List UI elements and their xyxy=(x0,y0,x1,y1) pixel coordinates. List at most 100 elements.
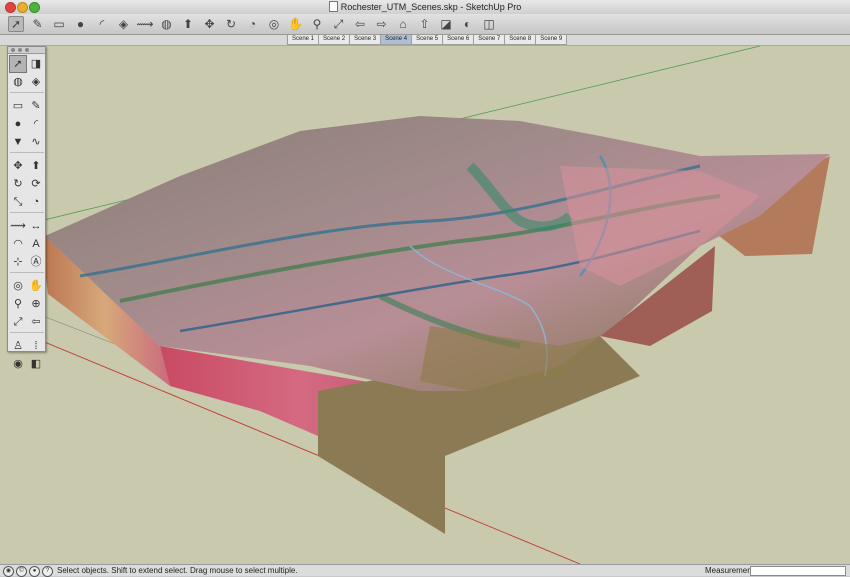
rotate-icon: ↻ xyxy=(13,178,23,190)
rotate-tool-button[interactable]: ↻ xyxy=(223,16,239,32)
tape-measure-button[interactable]: ⟿ xyxy=(136,16,153,32)
next-view-button[interactable]: ⇨ xyxy=(374,16,390,32)
push-pull-tool-button[interactable]: ⬆ xyxy=(28,158,44,174)
eraser-tool-button[interactable]: ◈ xyxy=(116,16,132,32)
move-tool-button[interactable]: ✥ xyxy=(202,16,218,32)
palette-zoom-icon[interactable] xyxy=(25,48,29,52)
polygon-tool-button[interactable]: ▼ xyxy=(10,134,26,150)
axes-tool-button[interactable]: ⊹ xyxy=(10,254,26,270)
scene-tab-1[interactable]: Scene 1 xyxy=(287,35,320,45)
text-tool-button[interactable]: A xyxy=(28,236,44,252)
rectangle-tool-button[interactable]: ▭ xyxy=(51,16,67,32)
eraser-tool-icon: ◈ xyxy=(118,17,129,31)
zoom-tool-button[interactable]: ⚲ xyxy=(309,16,325,32)
section-plane-icon: ◧ xyxy=(30,358,42,370)
line-tool-button[interactable]: ✎ xyxy=(28,98,44,114)
credits-icon[interactable]: © xyxy=(16,566,27,577)
paint-bucket-button[interactable]: ◍ xyxy=(159,16,175,32)
position-camera-tool-button[interactable]: ♙ xyxy=(10,338,26,354)
circle-icon: ● xyxy=(14,118,22,130)
palette-close-icon[interactable] xyxy=(11,48,15,52)
paint-bucket-icon: ◍ xyxy=(161,17,172,31)
circle-tool-button[interactable]: ● xyxy=(10,116,26,132)
select-tool-icon: ➚ xyxy=(10,17,22,31)
dimension-tool-button[interactable]: ↔ xyxy=(28,218,44,234)
pan-tool-button[interactable]: ✋ xyxy=(28,278,44,294)
make-component-tool-button[interactable]: ◨ xyxy=(28,56,44,72)
user-icon[interactable]: ● xyxy=(29,566,40,577)
eraser-tool-button[interactable]: ◈ xyxy=(28,74,44,90)
freehand-tool-button[interactable]: ∿ xyxy=(28,134,44,150)
pencil-tool-button[interactable]: ✎ xyxy=(30,16,46,32)
components-button[interactable]: ◪ xyxy=(438,16,454,32)
scale-tool-button[interactable]: ⤡ xyxy=(10,194,26,210)
palette-tools-grid: ➚ ◨ ◍ ◈ ▭ ✎ ● ◜ ▼ ∿ ✥ ⬆ ↻ ⟳ ⤡ ◔ ⟿ ↔ ◠ A ⊹ Ⓐ ◎ ✋ ⚲ ⊕ ⤢ ⇦ ♙ ⁞ ◉ ◧ xyxy=(8,54,45,374)
orbit-tool-button[interactable]: ◎ xyxy=(10,278,26,294)
scene-tab-2[interactable]: Scene 2 xyxy=(318,35,351,45)
tape-measure-tool-button[interactable]: ⟿ xyxy=(10,218,26,234)
geo-location-icon[interactable]: ◉ xyxy=(3,566,14,577)
move-tool-button[interactable]: ✥ xyxy=(10,158,26,174)
line-icon: ✎ xyxy=(31,100,41,112)
share-model-icon: ⇧ xyxy=(419,17,430,31)
paint-bucket-tool-button[interactable]: ◍ xyxy=(10,74,26,90)
make-component-icon: ◨ xyxy=(30,58,42,70)
google-earth-button[interactable]: ◐ xyxy=(460,16,476,32)
offset-tool-button[interactable]: ◔ xyxy=(245,16,261,32)
status-bar: ◉ © ● ? Select objects. Shift to extend … xyxy=(0,564,850,577)
3d-text-tool-button[interactable]: Ⓐ xyxy=(28,254,44,270)
zoom-tool-button[interactable]: ⚲ xyxy=(10,296,26,312)
title-bar: Rochester_UTM_Scenes.skp - SketchUp Pro xyxy=(0,0,850,15)
orbit-tool-button[interactable]: ◎ xyxy=(266,16,282,32)
circle-tool-button[interactable]: ● xyxy=(73,16,89,32)
scene-tab-9[interactable]: Scene 9 xyxy=(535,35,568,45)
select-tool-button[interactable]: ➚ xyxy=(9,55,27,73)
google-earth-icon: ◐ xyxy=(463,17,472,31)
main-toolbar: ➚ ✎ ▭ ● ◜ ◈ ⟿ ◍ ⬆ ✥ ↻ ◔ ◎ ✋ ⚲ ⤢ ⇦ ⇨ ⌂ ⇧ ◪ ◐ ◫ xyxy=(0,14,850,35)
previous-tool-button[interactable]: ⇦ xyxy=(28,314,44,330)
terrain-model-scene[interactable] xyxy=(0,46,850,564)
palette-minimize-icon[interactable] xyxy=(18,48,22,52)
arc-tool-button[interactable]: ◜ xyxy=(94,16,110,32)
follow-me-tool-button[interactable]: ⟳ xyxy=(28,176,44,192)
palette-separator xyxy=(10,332,44,336)
section-plane-tool-button[interactable]: ◧ xyxy=(28,356,44,372)
scene-tab-4[interactable]: Scene 4 xyxy=(380,35,413,45)
freehand-icon: ∿ xyxy=(31,136,41,148)
extension-warehouse-button[interactable]: ◫ xyxy=(481,16,497,32)
scene-tab-6[interactable]: Scene 6 xyxy=(442,35,475,45)
rotate-tool-button[interactable]: ↻ xyxy=(10,176,26,192)
rectangle-tool-button[interactable]: ▭ xyxy=(10,98,26,114)
palette-separator xyxy=(10,92,44,96)
arc-tool-button[interactable]: ◜ xyxy=(28,116,44,132)
select-tool-button[interactable]: ➚ xyxy=(8,16,24,32)
eraser-icon: ◈ xyxy=(31,76,41,88)
push-pull-button[interactable]: ⬆ xyxy=(180,16,196,32)
protractor-tool-button[interactable]: ◠ xyxy=(10,236,26,252)
offset-tool-button[interactable]: ◔ xyxy=(28,194,44,210)
paint-bucket-icon: ◍ xyxy=(13,76,23,88)
scene-tab-5[interactable]: Scene 5 xyxy=(411,35,444,45)
follow-me-icon: ⟳ xyxy=(31,178,41,190)
scene-tab-8[interactable]: Scene 8 xyxy=(504,35,537,45)
push-pull-icon: ⬆ xyxy=(31,160,41,172)
scene-tab-7[interactable]: Scene 7 xyxy=(473,35,506,45)
arc-icon: ◜ xyxy=(33,118,39,130)
modeling-viewport[interactable] xyxy=(0,46,850,564)
scene-tab-3[interactable]: Scene 3 xyxy=(349,35,382,45)
previous-view-button[interactable]: ⇦ xyxy=(352,16,368,32)
walk-tool-button[interactable]: ⁞ xyxy=(28,338,44,354)
palette-titlebar[interactable] xyxy=(8,47,45,54)
help-icon[interactable]: ? xyxy=(42,566,53,577)
tape-measure-icon: ⟿ xyxy=(10,220,26,232)
share-model-button[interactable]: ⇧ xyxy=(417,16,433,32)
pan-tool-button[interactable]: ✋ xyxy=(288,16,304,32)
get-models-button[interactable]: ⌂ xyxy=(395,16,411,32)
scene-tabs: Scene 1 Scene 2 Scene 3 Scene 4 Scene 5 Scene… xyxy=(287,35,568,45)
rectangle-tool-icon: ▭ xyxy=(53,17,65,31)
look-around-tool-button[interactable]: ◉ xyxy=(10,356,26,372)
zoom-extents-tool-button[interactable]: ⤢ xyxy=(10,314,26,330)
palette-separator xyxy=(10,212,44,216)
zoom-extents-button[interactable]: ⤢ xyxy=(331,16,347,32)
zoom-window-tool-button[interactable]: ⊕ xyxy=(28,296,44,312)
